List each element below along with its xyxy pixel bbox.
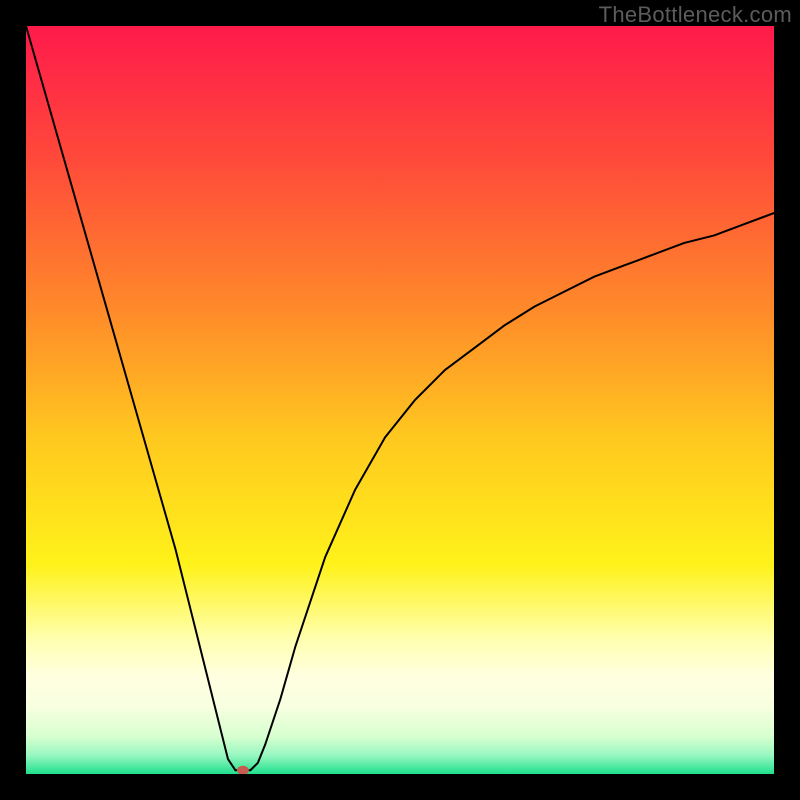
plot-area (26, 26, 774, 774)
gradient-background (26, 26, 774, 774)
plot-svg (26, 26, 774, 774)
watermark-text: TheBottleneck.com (599, 2, 792, 28)
chart-frame: TheBottleneck.com (0, 0, 800, 800)
